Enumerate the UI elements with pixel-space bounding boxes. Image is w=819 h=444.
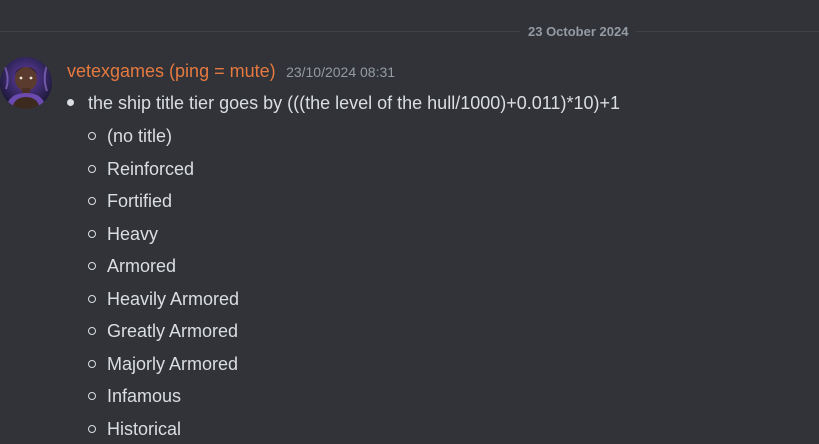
list-item-text: Infamous bbox=[107, 386, 182, 406]
divider-date: 23 October 2024 bbox=[520, 23, 637, 41]
list-item: Historical bbox=[67, 413, 809, 444]
avatar[interactable] bbox=[0, 57, 52, 109]
message-content: the ship title tier goes by (((the level… bbox=[67, 88, 809, 444]
divider-line bbox=[0, 31, 819, 32]
message-header: vetexgames (ping = mute) 23/10/2024 08:3… bbox=[67, 58, 395, 84]
circle-bullet-icon bbox=[88, 229, 96, 238]
list-item-text: Greatly Armored bbox=[107, 321, 239, 341]
circle-bullet-icon bbox=[88, 424, 96, 433]
list-item: Infamous bbox=[67, 380, 809, 413]
chat-view: 23 October 2024 vetexgames (ping = mute)… bbox=[0, 0, 819, 444]
list-item-text: the ship title tier goes by (((the level… bbox=[88, 93, 620, 113]
list-item-text: Armored bbox=[107, 256, 177, 276]
circle-bullet-icon bbox=[88, 359, 96, 368]
list-item-text: Fortified bbox=[107, 191, 173, 211]
circle-bullet-icon bbox=[88, 262, 96, 270]
date-divider: 23 October 2024 bbox=[0, 22, 819, 42]
list-item-text: Heavy bbox=[107, 223, 159, 244]
circle-bullet-icon bbox=[88, 294, 96, 303]
message-timestamp[interactable]: 23/10/2024 08:31 bbox=[286, 64, 395, 80]
list-item-text: (no title) bbox=[107, 126, 173, 146]
list-item: Fortified bbox=[67, 185, 809, 218]
circle-bullet-icon bbox=[88, 392, 96, 400]
bullet-icon bbox=[67, 99, 74, 106]
list-item: Reinforced bbox=[67, 153, 809, 186]
username[interactable]: vetexgames (ping = mute) bbox=[67, 61, 276, 81]
list-item-text: Reinforced bbox=[107, 158, 195, 179]
circle-bullet-icon bbox=[88, 132, 96, 140]
list-item: Heavy bbox=[67, 218, 809, 251]
list-item: the ship title tier goes by (((the level… bbox=[67, 88, 809, 118]
list-item-text: Historical bbox=[107, 418, 182, 439]
circle-bullet-icon bbox=[88, 197, 96, 205]
list-item: Heavily Armored bbox=[67, 283, 809, 316]
circle-bullet-icon bbox=[88, 327, 96, 335]
list-item: Greatly Armored bbox=[67, 315, 809, 348]
list-item: Armored bbox=[67, 250, 809, 283]
circle-bullet-icon bbox=[88, 164, 96, 173]
list-item: (no title) bbox=[67, 120, 809, 153]
title-list: (no title) Reinforced Fortified Heavy Ar… bbox=[67, 120, 809, 444]
list-item-text: Heavily Armored bbox=[107, 288, 240, 309]
list-item: Majorly Armored bbox=[67, 348, 809, 381]
list-item-text: Majorly Armored bbox=[107, 353, 239, 374]
avatar-image-icon bbox=[0, 57, 52, 109]
